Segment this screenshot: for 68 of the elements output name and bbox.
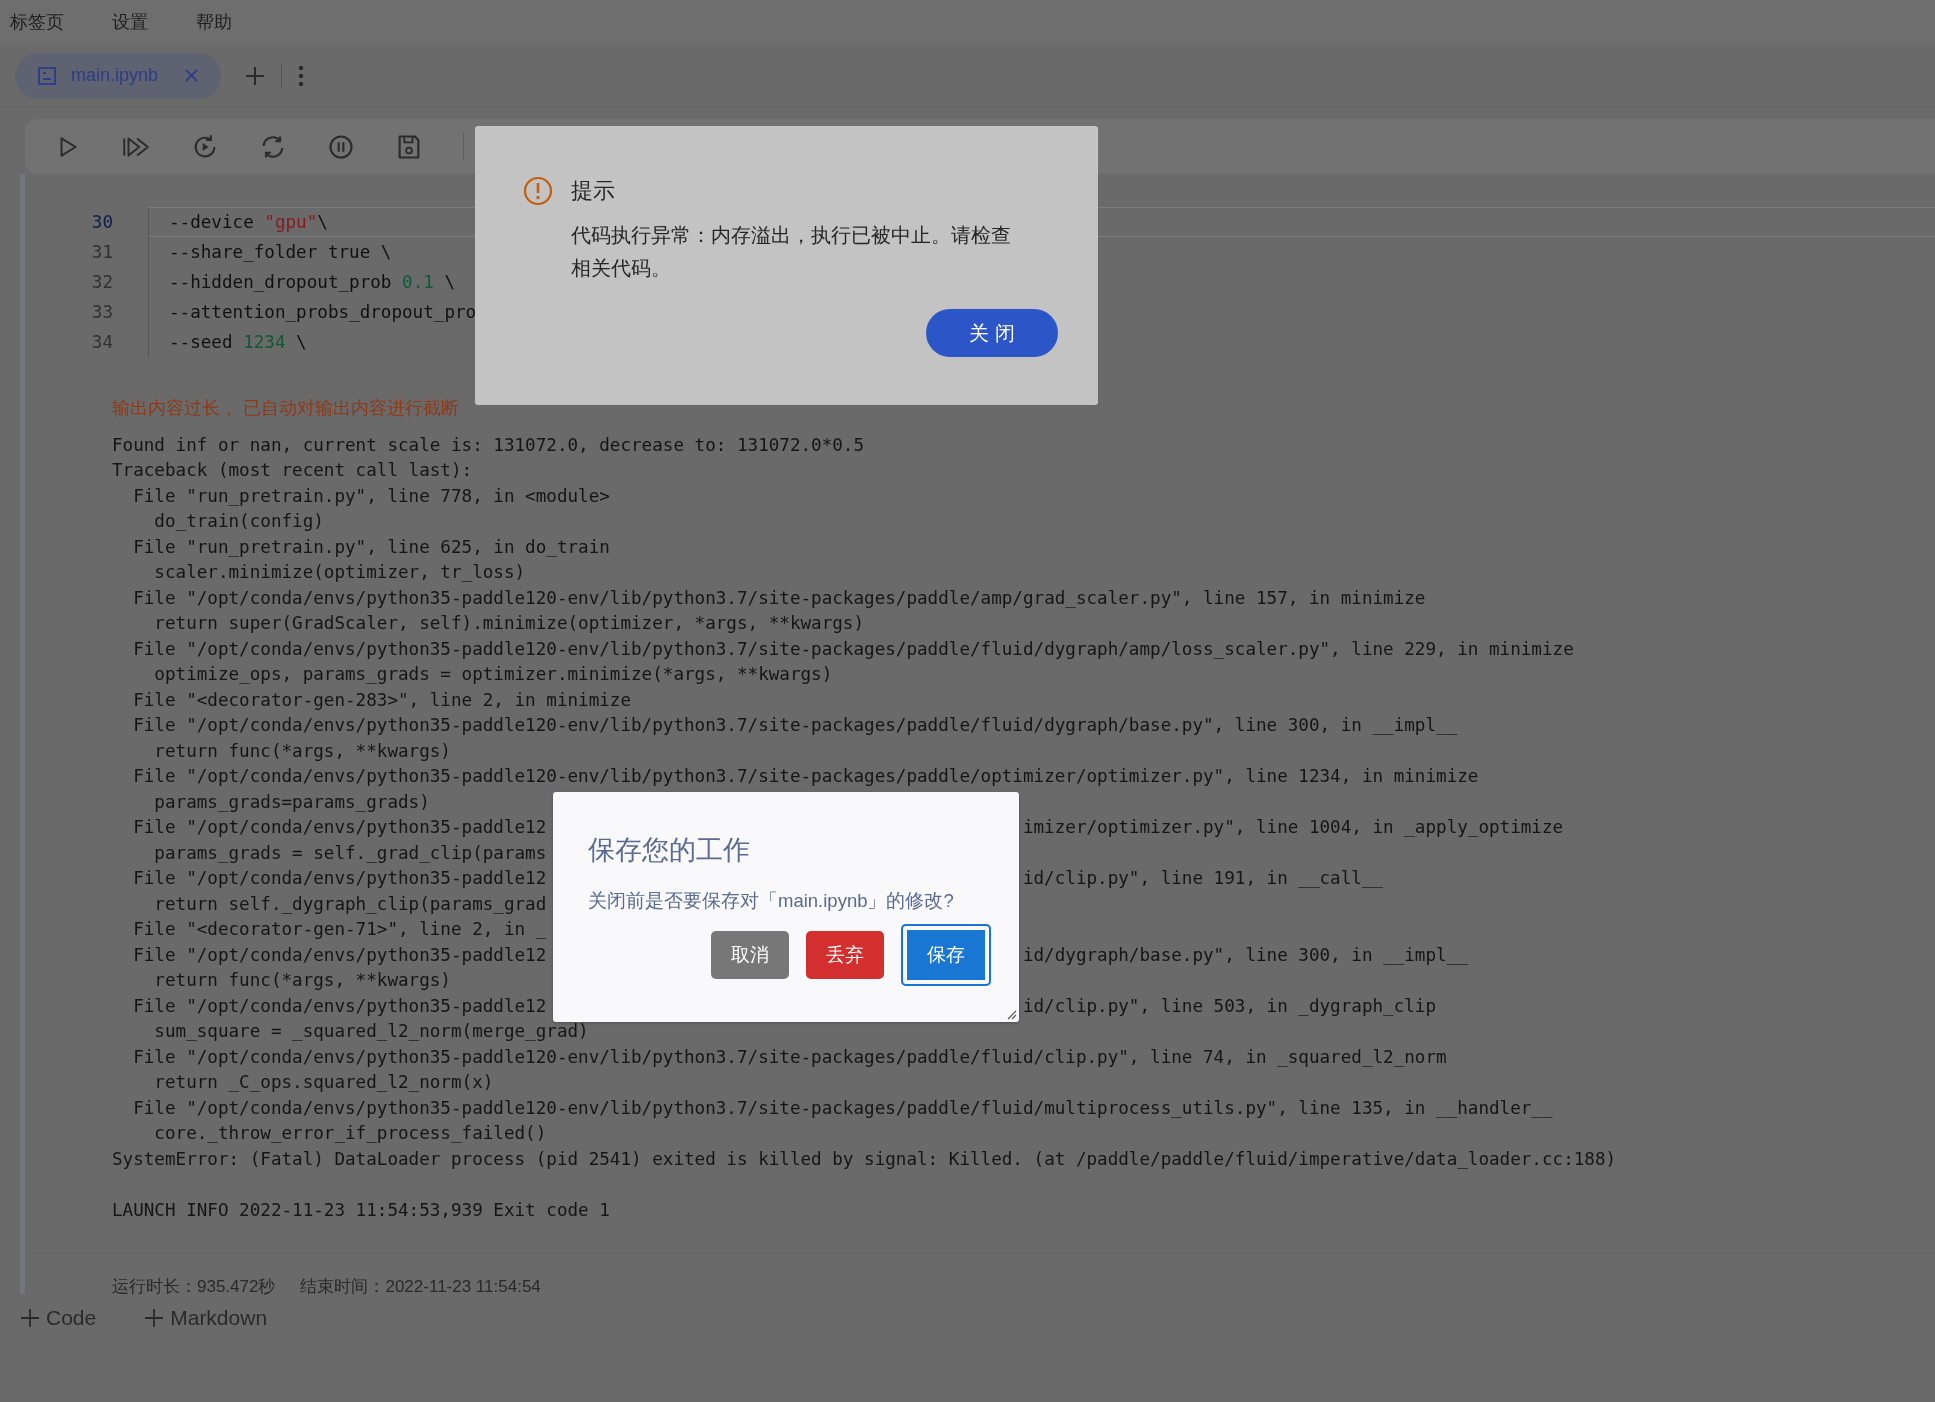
output-line: File "run_pretrain.py", line 778, in <module> [132, 484, 610, 508]
output-line: File "/opt/conda/envs/python35-paddle120-env/lib/python3.7/site-packages/paddle/fluid/dygraph/base.py", line 300, in __impl__ [132, 714, 1458, 738]
menu-item[interactable]: 帮助 [196, 9, 232, 36]
output-line: SystemError: (Fatal) DataLoader process (pid 2541) exited is killed by signal: Killed. (at /paddle/paddle/fluid/imperative/data_loader.cc:188) [112, 1147, 1617, 1171]
line-number: 30 [90, 210, 113, 234]
output-line: params_grads = self._grad_clip(params [153, 841, 547, 865]
more-icon[interactable] [298, 63, 305, 88]
output-line: File "/opt/conda/envs/python35-paddle120-env/lib/python3.7/site-packages/paddle/amp/grad_scaler.py", line 157, in minimize [132, 586, 1426, 610]
output-line: File "<decorator-gen-283>", line 2, in minimize [132, 688, 632, 712]
output-line: Found inf or nan, current scale is: 131072.0, decrease to: 131072.0*0.5 [112, 433, 865, 457]
add-markdown-button[interactable]: Markdown [144, 1302, 268, 1334]
output-line: File "run_pretrain.py", line 625, in do_train [132, 535, 610, 559]
save-button[interactable]: 保存 [901, 924, 991, 987]
dialog-message: 关闭前是否要保存对「main.ipynb」的修改? [588, 888, 955, 913]
output-line: imizer/optimizer.py", line 1004, in _apply_optimize [1022, 816, 1564, 840]
warning-icon [523, 175, 553, 206]
output-line: LAUNCH INFO 2022-11-23 11:54:53,939 Exit code 1 [112, 1198, 610, 1222]
output-line: File "/opt/conda/envs/python35-paddle12 [132, 944, 547, 965]
menu-item[interactable]: 标签页 [10, 9, 64, 36]
dialog-title: 提示 [571, 177, 615, 205]
notebook-icon [37, 65, 57, 86]
output-line: sum_square = _squared_l2_norm(merge_grad) [153, 1020, 589, 1044]
output-line: File "<decorator-gen-71>", line 2, in _ [132, 918, 547, 942]
code-line: --seed 1234 \ [169, 330, 307, 354]
truncation-notice: 输出内容过长， 已自动对输出内容进行截断 [112, 397, 459, 420]
output-line: core._throw_error_if_process_failed() [153, 1122, 547, 1146]
code-line: --device "gpu"\ [169, 210, 328, 234]
plus-icon [144, 1307, 165, 1328]
code-line: --attention_probs_dropout_pro [169, 300, 477, 324]
runtime-text: 运行时长：935.472秒 [112, 1275, 276, 1298]
output-line: File "/opt/conda/envs/python35-paddle12 [132, 995, 547, 1016]
resize-grip-icon[interactable] [1005, 1008, 1017, 1020]
output-line: id/dygraph/base.py", line 300, in __impl__ [1022, 943, 1468, 967]
code-line: --hidden_dropout_prob 0.1 \ [169, 270, 455, 294]
output-line: File "/opt/conda/envs/python35-paddle120-env/lib/python3.7/site-packages/paddle/fluid/dygraph/amp/loss_scaler.py", line 229, in minimize [132, 637, 1574, 661]
add-code-button[interactable]: Code [20, 1302, 97, 1334]
dialog-message: 代码执行异常：内存溢出，执行已被中止。请检查相关代码。 [571, 223, 1012, 281]
output-line: params_grads=params_grads) [153, 790, 430, 814]
code-line: --share_folder true \ [169, 240, 392, 264]
output-line: do_train(config) [153, 510, 324, 534]
output-line: Traceback (most recent call last): [112, 459, 473, 483]
cancel-button[interactable]: 取消 [711, 931, 789, 980]
output-line: File "/opt/conda/envs/python35-paddle120-env/lib/python3.7/site-packages/paddle/fluid/multiprocess_utils.py", line 135, in __handler__ [132, 1096, 1553, 1120]
output-line: return self._dygraph_clip(params_grad [153, 892, 547, 916]
output-line: return super(GradScaler, self).minimize(optimizer, *args, **kwargs) [153, 612, 865, 636]
output-line: File "/opt/conda/envs/python35-paddle120-env/lib/python3.7/site-packages/paddle/fluid/clip.py", line 74, in _squared_l2_norm [132, 1045, 1447, 1069]
output-line: optimize_ops, params_grads = optimizer.minimize(*args, **kwargs) [153, 663, 833, 687]
output-line: id/clip.py", line 191, in __call__ [1022, 867, 1384, 891]
dialog-title: 保存您的工作 [588, 834, 751, 867]
output-line: return func(*args, **kwargs) [153, 969, 451, 993]
line-number: 32 [90, 270, 113, 294]
menu-item[interactable]: 设置 [112, 9, 148, 36]
output-line: return func(*args, **kwargs) [153, 739, 451, 763]
plus-icon [20, 1307, 40, 1328]
end-time-text: 结束时间：2022-11-23 11:54:54 [300, 1275, 541, 1298]
line-number: 33 [90, 300, 113, 324]
pause-icon[interactable] [327, 132, 355, 161]
output-line: id/clip.py", line 503, in _dygraph_clip [1022, 994, 1437, 1018]
line-number: 34 [90, 330, 113, 354]
output-line: return _C_ops.squared_l2_norm(x) [153, 1071, 494, 1095]
close-button[interactable]: 关 闭 [926, 309, 1058, 357]
output-line: File "/opt/conda/envs/python35-paddle120-env/lib/python3.7/site-packages/paddle/optimizer/optimizer.py", line 1234, in minimize [132, 765, 1479, 789]
output-line: scaler.minimize(optimizer, tr_loss) [153, 561, 526, 585]
discard-button[interactable]: 丢弃 [806, 931, 884, 980]
output-line: File "/opt/conda/envs/python35-paddle12 [132, 868, 547, 889]
close-icon[interactable] [184, 68, 200, 83]
line-number: 31 [90, 240, 113, 264]
output-line: File "/opt/conda/envs/python35-paddle12 [132, 817, 547, 838]
